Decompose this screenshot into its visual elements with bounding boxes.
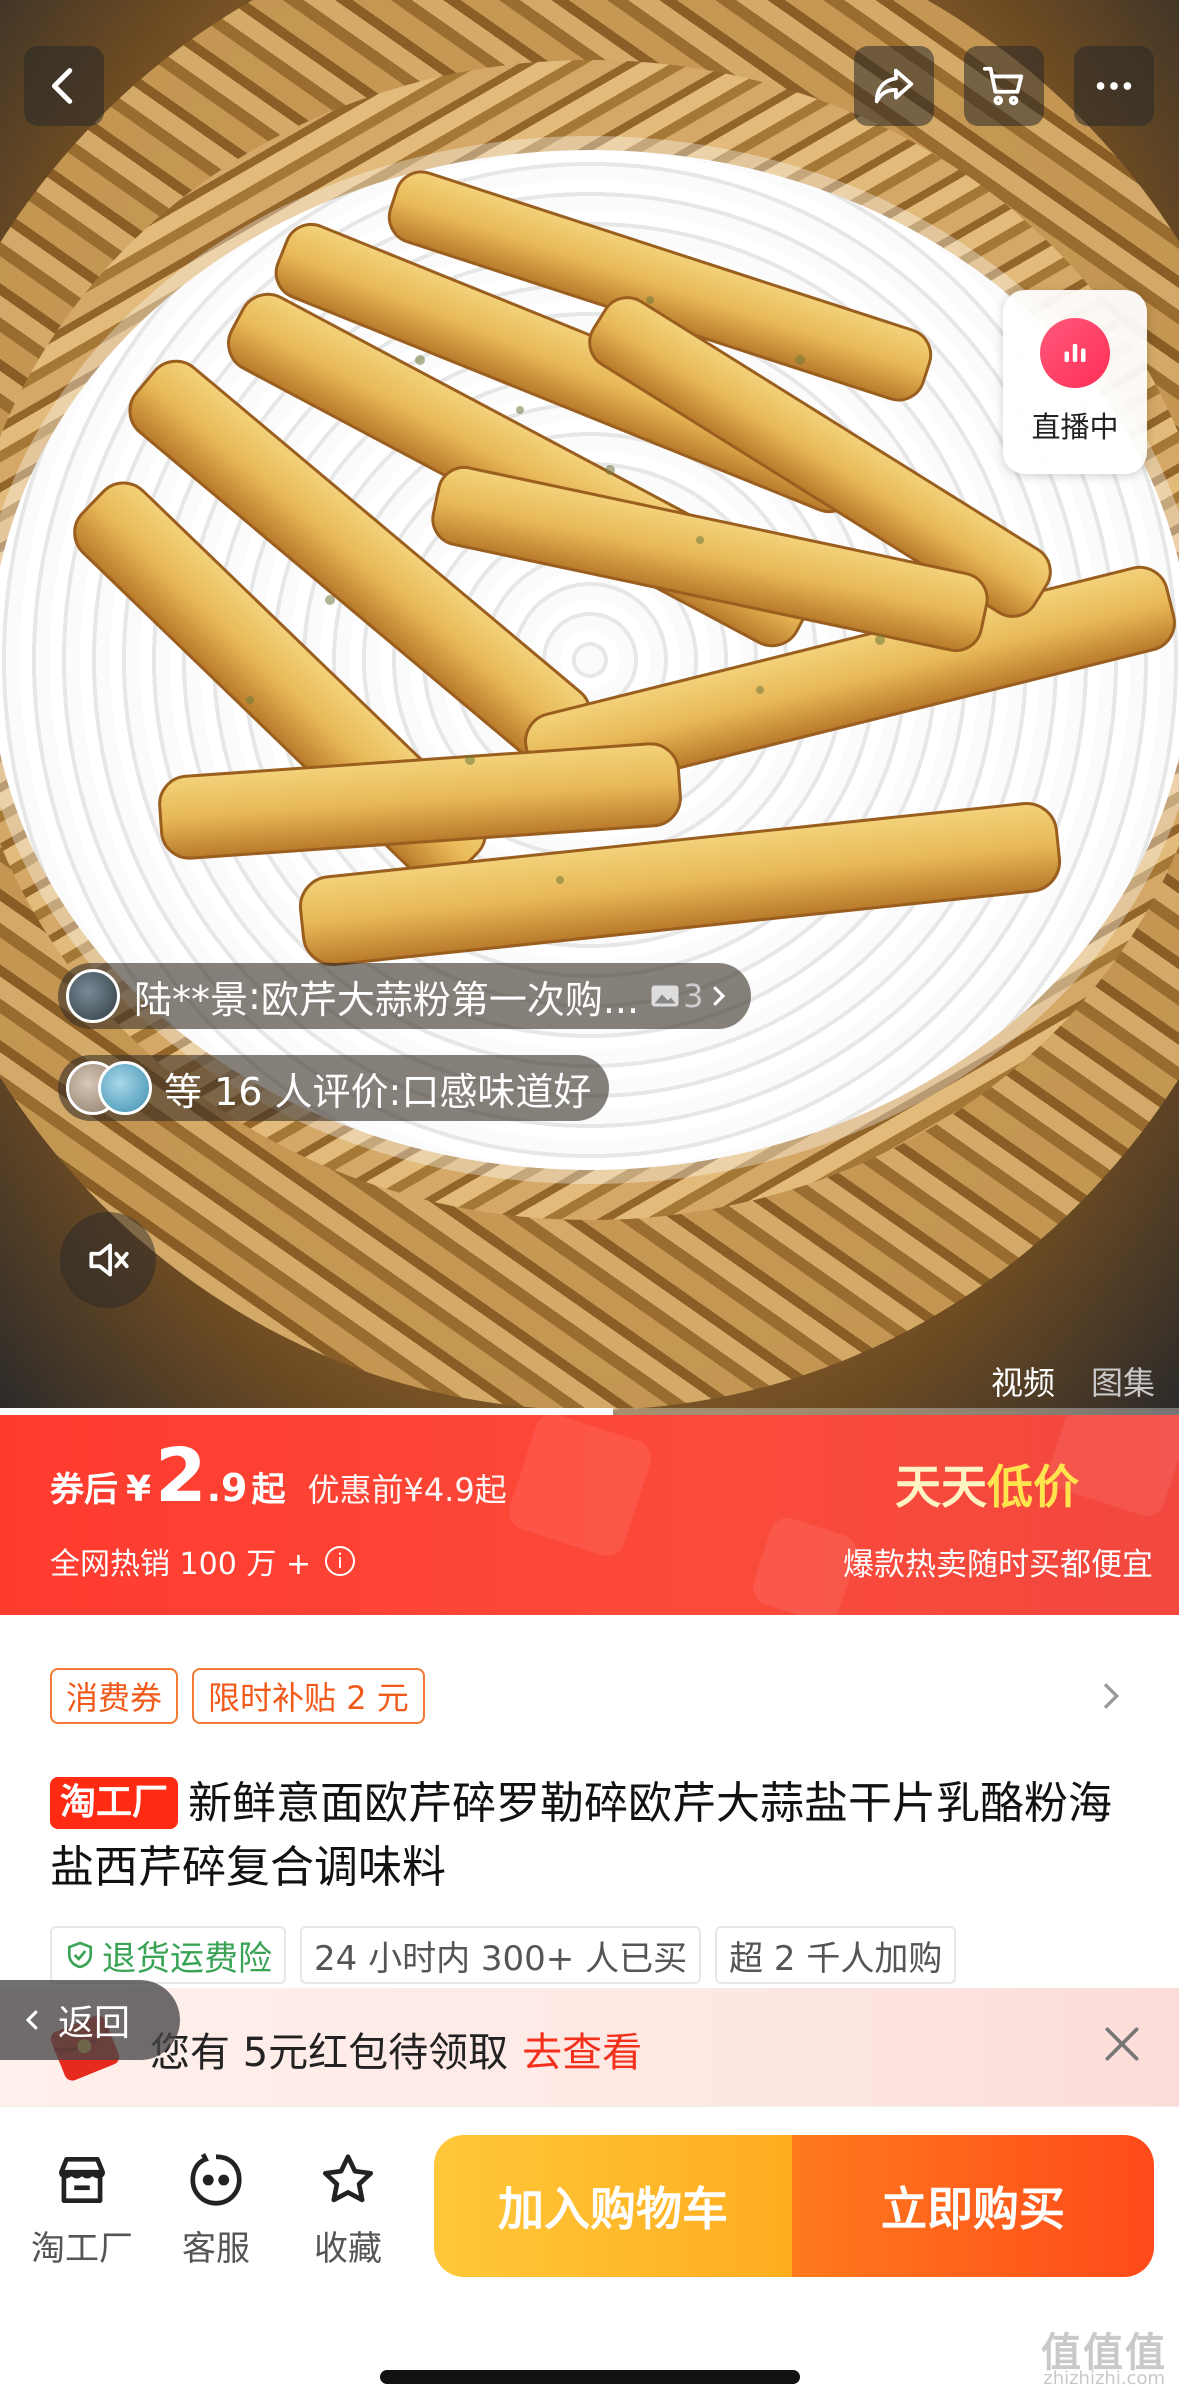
promo-title: 天天低价 [895,1460,1079,1514]
service-tags: 退货运费险 24 小时内 300+ 人已买 超 2 千人加购 [50,1926,957,1984]
media-tabs: 视频 图集 [991,1358,1155,1404]
tab-gallery[interactable]: 图集 [1091,1358,1155,1404]
fries-image [73,170,1176,967]
review-summary: 等 16 人评价:口感味道好 [164,1069,592,1114]
store-button[interactable]: 淘工厂 [22,2149,142,2270]
price-suffix: 起 [251,1470,286,1510]
more-icon[interactable] [1074,46,1154,126]
brand-tag: 淘工厂 [50,1777,179,1829]
tab-video[interactable]: 视频 [991,1358,1055,1404]
video-progress[interactable] [0,1408,1179,1415]
customer-service-button[interactable]: 客服 [156,2149,276,2270]
return-button[interactable]: 返回 [0,1980,180,2060]
chat-face-icon [190,2153,242,2206]
chevron-left-icon [25,2010,38,2030]
original-price: 优惠前¥4.9起 [307,1471,507,1509]
video-progress-fill [0,1408,614,1415]
live-chart-icon [1040,318,1110,388]
cart-icon[interactable] [964,46,1044,126]
share-icon[interactable] [854,46,934,126]
product-title: 淘工厂 新鲜意面欧芹碎罗勒碎欧芹大蒜盐干片乳酪粉海盐西芹碎复合调味料 [50,1772,1140,1900]
product-title-text: 新鲜意面欧芹碎罗勒碎欧芹大蒜盐干片乳酪粉海盐西芹碎复合调味料 [50,1778,1113,1893]
review-bubble-2[interactable]: 等 16 人评价:口感味道好 [58,1055,610,1121]
buy-now-button[interactable]: 立即购买 [792,2135,1154,2277]
promo-subtitle: 爆款热卖随时买都便宜 [843,1547,1153,1583]
live-label: 直播中 [1031,410,1119,444]
avatar [66,969,120,1023]
price-banner: 券后 ¥ 2 .9 起 优惠前¥4.9起 全网热销 100 万 + i 天天低价… [0,1415,1179,1615]
subsidy-tag[interactable]: 限时补贴 2 元 [192,1668,425,1724]
close-icon[interactable] [1100,2022,1144,2066]
sales-count: 全网热销 100 万 + [50,1547,312,1582]
price-decimal: .9 [206,1466,248,1510]
add-to-cart-button[interactable]: 加入购物车 [434,2135,792,2277]
info-icon[interactable]: i [325,1546,356,1576]
review-text: 欧芹大蒜粉第一次购... [260,977,640,1022]
return-insurance-tag[interactable]: 退货运费险 [50,1926,286,1984]
product-gallery[interactable]: 直播中 陆**景 : 欧芹大蒜粉第一次购... 3 等 16 人评价:口感味道好… [0,0,1179,1415]
coupon-row[interactable]: 消费券 限时补贴 2 元 [50,1668,425,1724]
avatar [98,1061,152,1115]
watermark-url: zhizhizhi.com [1043,2368,1165,2389]
price-label: 券后 [50,1470,118,1510]
back-icon[interactable] [24,46,104,126]
chevron-right-icon [713,986,726,1006]
recent-buyers-tag: 24 小时内 300+ 人已买 [300,1926,702,1984]
coupon-tag[interactable]: 消费券 [50,1668,179,1724]
star-icon [322,2154,374,2203]
live-badge[interactable]: 直播中 [1003,290,1147,474]
photo-icon [651,985,679,1007]
home-indicator[interactable] [380,2370,800,2384]
notification-text: 您有 5元红包待领取 [150,2030,509,2076]
view-link[interactable]: 去查看 [522,2030,642,2076]
currency-symbol: ¥ [126,1469,152,1510]
store-icon [59,2157,105,2203]
review-user: 陆**景 [134,977,249,1022]
shield-check-icon [68,1941,92,1969]
photo-count: 3 [683,977,704,1015]
chevron-right-icon[interactable] [1090,1676,1130,1716]
mute-icon[interactable] [60,1212,156,1308]
add-to-cart-count-tag: 超 2 千人加购 [715,1926,957,1984]
review-bubble-1[interactable]: 陆**景 : 欧芹大蒜粉第一次购... 3 [58,963,752,1029]
price-integer: 2 [155,1433,207,1519]
bottom-action-bar: 淘工厂 客服 收藏 加入购物车 立即购买 [0,2106,1179,2400]
favorite-button[interactable]: 收藏 [288,2149,408,2270]
